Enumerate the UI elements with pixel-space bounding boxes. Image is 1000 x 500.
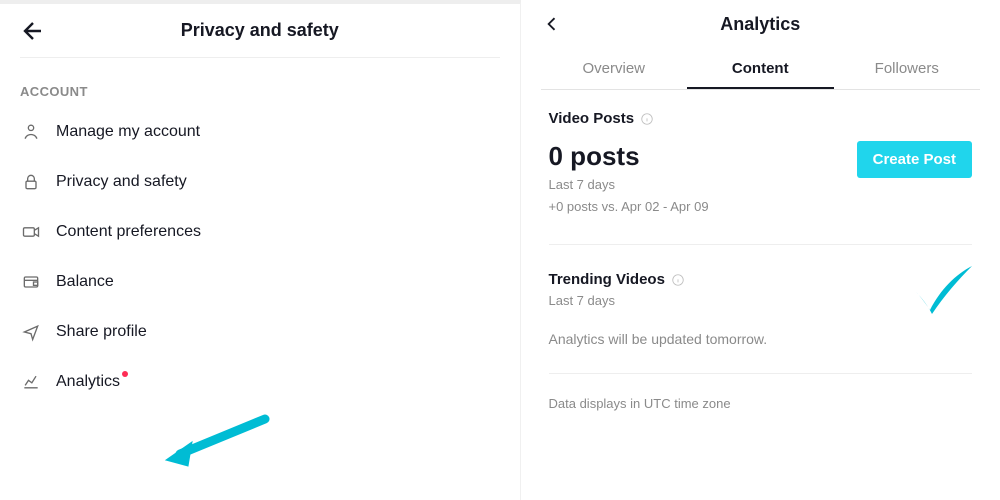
lock-icon xyxy=(20,171,42,193)
posts-comparison: +0 posts vs. Apr 02 - Apr 09 xyxy=(549,198,709,216)
trending-block: Trending Videos Last 7 days Analytics wi… xyxy=(549,271,973,346)
menu-item-label: Share profile xyxy=(56,323,147,341)
divider xyxy=(549,244,973,245)
timezone-note: Data displays in UTC time zone xyxy=(549,373,973,411)
menu-item-text: Analytics xyxy=(56,373,120,391)
analytics-icon xyxy=(20,371,42,393)
wallet-icon xyxy=(20,271,42,293)
settings-panel: Privacy and safety ACCOUNT Manage my acc… xyxy=(0,0,521,500)
settings-title: Privacy and safety xyxy=(46,20,474,41)
video-icon xyxy=(20,221,42,243)
video-posts-heading-row: Video Posts xyxy=(549,110,973,127)
posts-count: 0 posts xyxy=(549,141,709,172)
tab-content[interactable]: Content xyxy=(687,48,834,89)
settings-header: Privacy and safety xyxy=(20,4,500,58)
menu-item-label: Privacy and safety xyxy=(56,173,187,191)
analytics-tabs: Overview Content Followers xyxy=(541,48,981,90)
info-icon[interactable] xyxy=(671,273,685,287)
person-icon xyxy=(20,121,42,143)
menu-item-label: Manage my account xyxy=(56,123,200,141)
tab-overview[interactable]: Overview xyxy=(541,48,688,89)
menu-item-label: Analytics xyxy=(56,373,128,391)
annotation-arrow-icon xyxy=(160,414,270,479)
trending-period: Last 7 days xyxy=(549,292,973,310)
menu-item-privacy-safety[interactable]: Privacy and safety xyxy=(20,157,500,207)
menu-item-label: Content preferences xyxy=(56,223,201,241)
share-icon xyxy=(20,321,42,343)
analytics-title: Analytics xyxy=(563,14,959,35)
notification-dot-icon xyxy=(122,371,128,377)
create-post-button[interactable]: Create Post xyxy=(857,141,972,178)
menu-item-balance[interactable]: Balance xyxy=(20,257,500,307)
menu-item-share-profile[interactable]: Share profile xyxy=(20,307,500,357)
menu-item-label: Balance xyxy=(56,273,114,291)
posts-stats: 0 posts Last 7 days +0 posts vs. Apr 02 … xyxy=(549,141,709,216)
back-arrow-icon[interactable] xyxy=(20,18,46,44)
info-icon[interactable] xyxy=(640,112,654,126)
menu-item-manage-account[interactable]: Manage my account xyxy=(20,107,500,157)
tab-followers[interactable]: Followers xyxy=(834,48,981,89)
menu-item-content-preferences[interactable]: Content preferences xyxy=(20,207,500,257)
video-posts-heading: Video Posts xyxy=(549,110,635,127)
analytics-panel: Analytics Overview Content Followers Vid… xyxy=(521,0,1000,500)
posts-period: Last 7 days xyxy=(549,176,709,194)
section-label-account: ACCOUNT xyxy=(20,84,500,99)
analytics-header: Analytics xyxy=(541,0,981,48)
trending-pending-text: Analytics will be updated tomorrow. xyxy=(549,331,973,347)
trending-heading: Trending Videos xyxy=(549,271,665,288)
menu-item-analytics[interactable]: Analytics xyxy=(20,357,500,407)
analytics-content: Video Posts 0 posts Last 7 days +0 posts… xyxy=(521,90,1000,411)
chevron-left-icon[interactable] xyxy=(541,13,563,35)
